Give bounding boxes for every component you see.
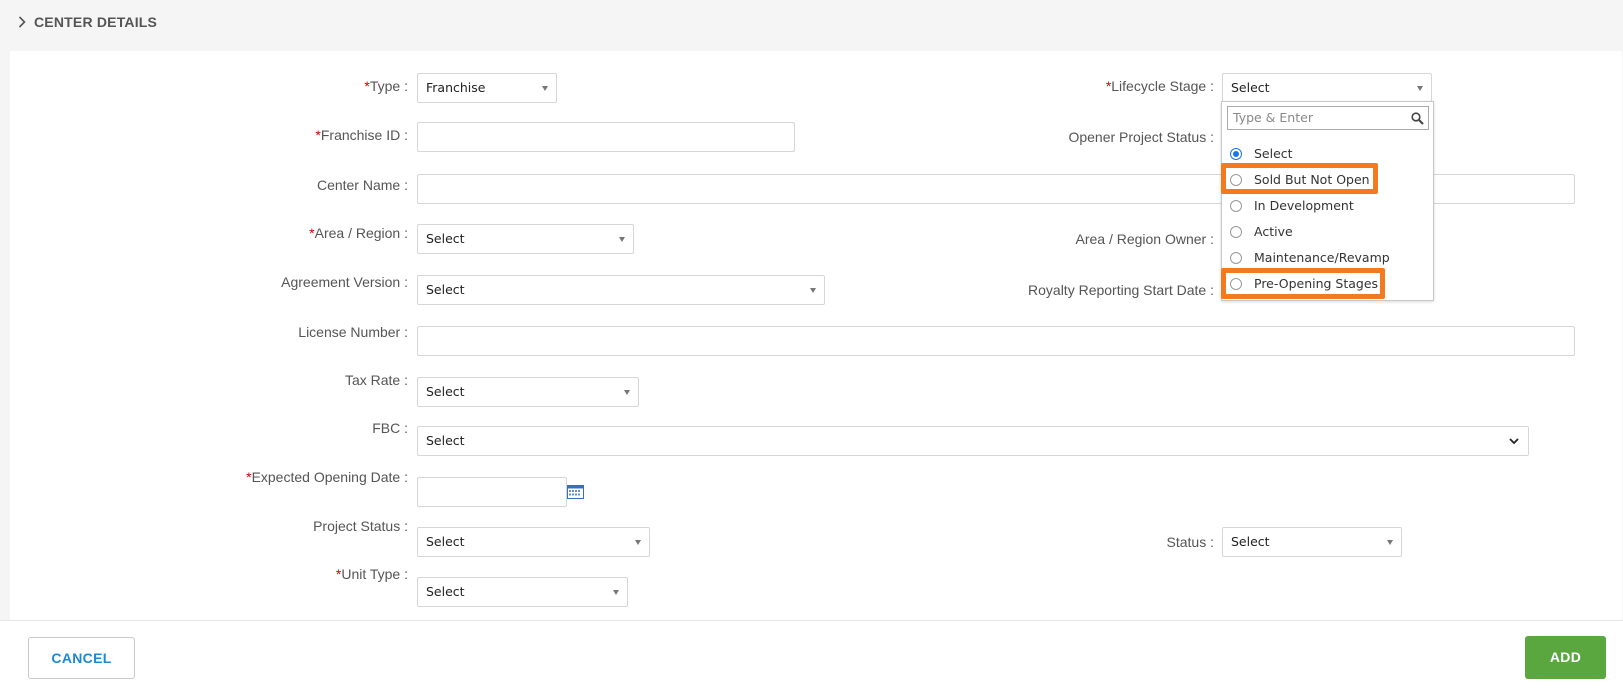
dropdown-option-pre-opening-stages[interactable]: Pre-Opening Stages <box>1222 272 1433 296</box>
dropdown-option-sold-but-not-open[interactable]: Sold But Not Open <box>1222 168 1433 192</box>
tax-rate-select[interactable]: Select <box>417 377 639 407</box>
add-button[interactable]: ADD <box>1525 636 1606 679</box>
area-region-label: *Area / Region : <box>309 225 408 241</box>
chevron-right-icon <box>18 16 26 28</box>
agreement-version-select[interactable]: Select <box>417 275 825 305</box>
caret-down-icon <box>810 288 816 293</box>
royalty-reporting-start-date-label: Royalty Reporting Start Date : <box>1028 282 1214 298</box>
search-icon <box>1411 112 1424 125</box>
dropdown-option-maintenance-revamp[interactable]: Maintenance/Revamp <box>1222 246 1433 270</box>
status-select[interactable]: Select <box>1222 527 1402 557</box>
lifecycle-stage-select[interactable]: Select <box>1222 73 1432 103</box>
fbc-select[interactable]: Select <box>417 426 1529 456</box>
caret-down-icon <box>1387 540 1393 545</box>
area-region-select[interactable]: Select <box>417 224 634 254</box>
calendar-icon[interactable] <box>567 485 584 504</box>
franchise-id-label: *Franchise ID : <box>315 127 408 143</box>
caret-down-icon <box>1417 86 1423 91</box>
caret-down-icon <box>613 590 619 595</box>
license-number-input[interactable] <box>417 326 1575 356</box>
expected-opening-date-input[interactable] <box>417 477 567 507</box>
type-label: *Type : <box>364 78 408 94</box>
lifecycle-stage-label: *Lifecycle Stage : <box>1105 78 1214 94</box>
project-status-select[interactable]: Select <box>417 527 650 557</box>
caret-down-icon <box>619 237 625 242</box>
form-footer: CANCEL ADD <box>0 620 1623 690</box>
radio-icon <box>1230 200 1242 212</box>
license-number-label: License Number : <box>298 324 408 340</box>
dropdown-option-select[interactable]: Select <box>1222 142 1433 166</box>
area-region-owner-label: Area / Region Owner : <box>1075 231 1214 247</box>
caret-down-icon <box>624 390 630 395</box>
radio-selected-icon <box>1230 148 1242 160</box>
chevron-down-icon <box>1509 438 1519 445</box>
caret-down-icon <box>635 540 641 545</box>
radio-icon <box>1230 252 1242 264</box>
dropdown-option-in-development[interactable]: In Development <box>1222 194 1433 218</box>
section-header[interactable]: CENTER DETAILS <box>18 12 157 32</box>
fbc-label: FBC : <box>372 420 408 436</box>
cancel-button[interactable]: CANCEL <box>28 637 135 679</box>
opener-project-status-label: Opener Project Status : <box>1068 129 1214 145</box>
radio-icon <box>1230 278 1242 290</box>
unit-type-label: *Unit Type : <box>335 566 408 582</box>
center-name-label: Center Name : <box>316 177 408 193</box>
dropdown-option-active[interactable]: Active <box>1222 220 1433 244</box>
status-label: Status : <box>1166 534 1214 550</box>
agreement-version-label: Agreement Version : <box>281 274 408 290</box>
type-select[interactable]: Franchise <box>417 73 557 103</box>
expected-opening-date-label: *Expected Opening Date : <box>246 469 408 485</box>
franchise-id-input[interactable] <box>417 122 795 152</box>
radio-icon <box>1230 226 1242 238</box>
section-title: CENTER DETAILS <box>34 14 158 30</box>
project-status-label: Project Status : <box>313 518 408 534</box>
unit-type-select[interactable]: Select <box>417 577 628 607</box>
caret-down-icon <box>542 86 548 91</box>
radio-icon <box>1230 174 1242 186</box>
lifecycle-stage-dropdown: Type & Enter Select Sold But Not Open In… <box>1221 101 1434 301</box>
tax-rate-label: Tax Rate : <box>344 372 408 388</box>
dropdown-search-input[interactable]: Type & Enter <box>1227 106 1429 130</box>
